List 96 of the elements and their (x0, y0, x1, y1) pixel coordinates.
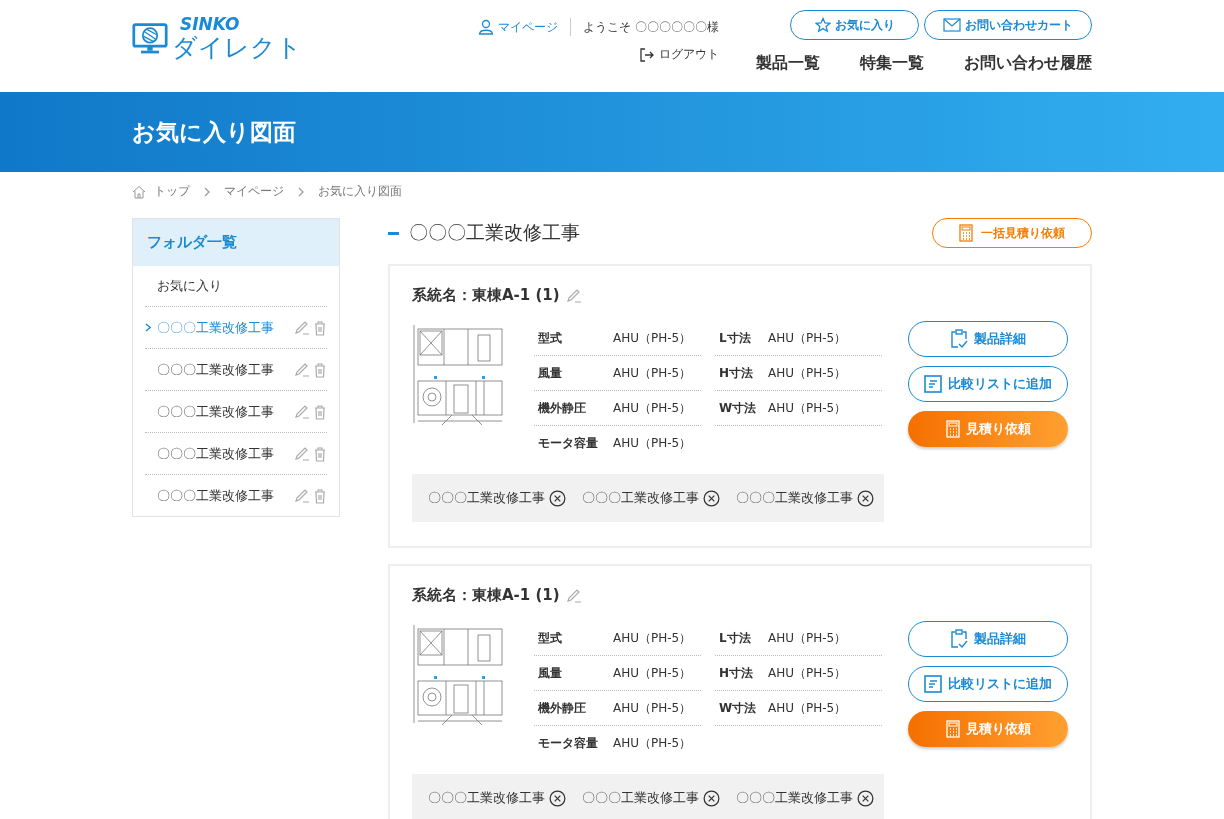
product-detail-button[interactable]: 製品詳細 (908, 621, 1068, 657)
folder-tag: 〇〇〇工業改修工事 (582, 789, 699, 807)
spec-label: モータ容量 (538, 734, 599, 752)
logout-link[interactable]: ログアウト (638, 46, 719, 63)
logo-subtitle: ダイレクト (172, 35, 302, 60)
folder-tag: 〇〇〇工業改修工事 (582, 489, 699, 507)
spec-value: AHU（PH-5） (768, 699, 847, 717)
breadcrumb-current: お気に入り図面 (318, 183, 402, 200)
folder-tag: 〇〇〇工業改修工事 (736, 789, 853, 807)
system-name: 系統名：東棟A-1 (1) (412, 586, 560, 605)
calculator-icon (959, 224, 973, 242)
folder-item[interactable]: お気に入り (145, 266, 327, 307)
folder-item[interactable]: 〇〇〇工業改修工事 (157, 402, 291, 421)
spec-label: 機外静圧 (538, 699, 587, 717)
edit-icon[interactable] (294, 403, 310, 420)
spec-label: モータ容量 (538, 434, 599, 452)
breadcrumb-link[interactable]: トップ (154, 183, 190, 200)
trash-icon[interactable] (313, 319, 327, 336)
spec-value: AHU（PH-5） (613, 699, 692, 717)
product-detail-button[interactable]: 製品詳細 (908, 321, 1068, 357)
edit-icon[interactable] (294, 361, 310, 378)
spec-label: H寸法 (719, 664, 755, 682)
spec-label: W寸法 (719, 399, 758, 417)
edit-icon[interactable] (565, 587, 582, 604)
folder-panel-title: フォルダ一覧 (147, 233, 237, 252)
welcome-text: ようこそ 〇〇〇〇〇〇様 (583, 18, 719, 36)
spec-label: 機外静圧 (538, 399, 587, 417)
folder-tag: 〇〇〇工業改修工事 (428, 789, 545, 807)
folder-title: 〇〇〇工業改修工事 (409, 220, 580, 245)
chevron-icon (298, 186, 304, 197)
user-icon (478, 19, 494, 35)
spec-value: AHU（PH-5） (613, 734, 692, 752)
folder-item[interactable]: 〇〇〇工業改修工事 (157, 444, 291, 463)
caret-icon (145, 323, 154, 332)
spec-label: 風量 (538, 364, 563, 382)
spec-value: AHU（PH-5） (768, 329, 847, 347)
spec-value: AHU（PH-5） (768, 629, 847, 647)
remove-icon[interactable] (857, 489, 874, 507)
folder-item[interactable]: 〇〇〇工業改修工事 (157, 486, 291, 505)
nav-link[interactable]: 特集一覧 (860, 53, 924, 74)
mypage-link[interactable]: マイページ (478, 18, 558, 36)
spec-value: AHU（PH-5） (613, 664, 692, 682)
nav-link[interactable]: 製品一覧 (756, 53, 820, 74)
spec-value: AHU（PH-5） (768, 399, 847, 417)
mail-icon (943, 18, 961, 32)
spec-label: 型式 (538, 629, 563, 647)
spec-label: L寸法 (719, 329, 752, 347)
spec-value: AHU（PH-5） (768, 664, 847, 682)
trash-icon[interactable] (313, 403, 327, 420)
spec-value: AHU（PH-5） (768, 364, 847, 382)
remove-icon[interactable] (703, 789, 720, 807)
home-icon (132, 184, 146, 199)
remove-icon[interactable] (857, 789, 874, 807)
breadcrumb-link[interactable]: マイページ (224, 183, 284, 200)
folder-tag: 〇〇〇工業改修工事 (736, 489, 853, 507)
folder-tag: 〇〇〇工業改修工事 (428, 489, 545, 507)
edit-icon[interactable] (565, 287, 582, 304)
clipboard-icon (950, 329, 968, 349)
trash-icon[interactable] (313, 487, 327, 504)
folder-item[interactable]: 〇〇〇工業改修工事 (157, 318, 291, 337)
star-icon (814, 17, 831, 33)
spec-label: H寸法 (719, 364, 755, 382)
chevron-icon (204, 186, 210, 197)
edit-icon[interactable] (294, 487, 310, 504)
edit-icon[interactable] (294, 319, 310, 336)
spec-label: W寸法 (719, 699, 758, 717)
remove-icon[interactable] (703, 489, 720, 507)
folder-item[interactable]: 〇〇〇工業改修工事 (157, 360, 291, 379)
spec-label: 型式 (538, 329, 563, 347)
list-icon (924, 375, 942, 393)
calculator-icon (945, 720, 960, 738)
trash-icon[interactable] (313, 361, 327, 378)
bulk-quote-button[interactable]: 一括見積り依頼 (932, 218, 1092, 248)
spec-value: AHU（PH-5） (613, 364, 692, 382)
spec-value: AHU（PH-5） (613, 629, 692, 647)
calculator-icon (945, 420, 960, 438)
spec-value: AHU（PH-5） (613, 329, 692, 347)
trash-icon[interactable] (313, 445, 327, 462)
list-icon (924, 675, 942, 693)
inquiry-cart-button[interactable]: お問い合わせカート (924, 10, 1092, 40)
add-to-compare-button[interactable]: 比較リストに追加 (908, 666, 1068, 702)
clipboard-icon (950, 629, 968, 649)
logo-title: SINKO (180, 16, 241, 33)
nav-link[interactable]: お問い合わせ履歴 (964, 53, 1092, 74)
favorites-button[interactable]: お気に入り (790, 10, 919, 40)
remove-icon[interactable] (549, 489, 566, 507)
spec-label: L寸法 (719, 629, 752, 647)
spec-value: AHU（PH-5） (613, 399, 692, 417)
page-title: お気に入り図面 (132, 118, 297, 147)
edit-icon[interactable] (294, 445, 310, 462)
system-name: 系統名：東棟A-1 (1) (412, 286, 560, 305)
add-to-compare-button[interactable]: 比較リストに追加 (908, 366, 1068, 402)
logout-icon (638, 46, 655, 63)
remove-icon[interactable] (549, 789, 566, 807)
spec-value: AHU（PH-5） (613, 434, 692, 452)
spec-label: 風量 (538, 664, 563, 682)
